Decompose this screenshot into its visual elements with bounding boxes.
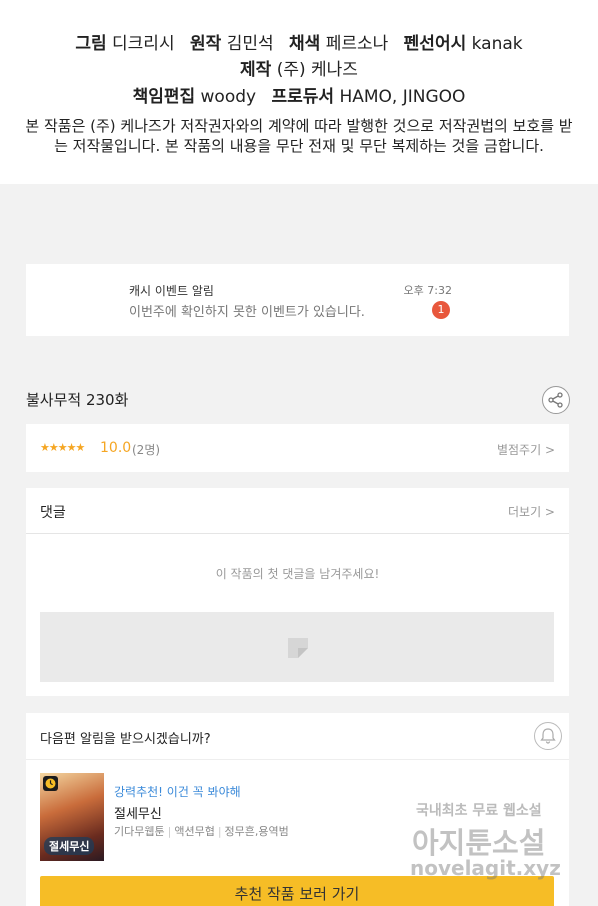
credits-section: 그림 디크리시 원작 김민석 채색 페르소나 펜선어시 kanak 제작 (주)… xyxy=(0,0,598,184)
recommended-meta: 기다무웹툰 | 액션무협 | 정무흔,용역범 xyxy=(114,825,289,838)
event-description: 이번주에 확인하지 못한 이벤트가 있습니다. xyxy=(129,305,365,320)
rating-card: ★★★★★ 10.0 (2명) 별점주기 > xyxy=(26,424,569,472)
unread-badge: 1 xyxy=(432,301,450,319)
credit-name: HAMO, JINGOO xyxy=(339,87,466,107)
copyright-notice: 본 작품은 (주) 케나즈가 저작권자와의 계약에 따라 발행한 것으로 저작권… xyxy=(25,117,573,155)
rating-score: 10.0 xyxy=(100,440,132,456)
next-episode-question: 다음편 알림을 받으시겠습니까? xyxy=(40,732,211,747)
share-icon xyxy=(548,392,563,408)
credit-name: 디크리시 xyxy=(112,34,175,54)
credit-role: 프로듀서 xyxy=(271,87,335,107)
comments-empty-message: 이 작품의 첫 댓글을 남겨주세요! xyxy=(215,567,380,581)
divider xyxy=(26,759,569,760)
meta-authors: 정무흔,용역범 xyxy=(224,825,289,838)
comments-title: 댓글 xyxy=(40,505,66,521)
comments-card: 댓글 더보기 > 이 작품의 첫 댓글을 남겨주세요! xyxy=(26,488,569,696)
comment-input[interactable] xyxy=(40,612,554,682)
meta-genre: 액션무협 xyxy=(174,825,215,838)
credits-line-3: 책임편집 woody 프로듀서 HAMO, JINGOO xyxy=(0,82,598,107)
bell-icon xyxy=(540,728,556,744)
rating-count: (2명) xyxy=(132,443,161,457)
rate-button[interactable]: 별점주기 > xyxy=(497,441,555,458)
credits-line-2: 제작 (주) 케나즈 xyxy=(0,55,598,80)
star-rating-icons: ★★★★★ xyxy=(40,441,85,454)
comment-placeholder-icon xyxy=(288,638,308,658)
share-button[interactable] xyxy=(542,386,570,414)
notification-bell-button[interactable] xyxy=(534,722,562,750)
credit-name: 김민석 xyxy=(226,34,274,54)
credits-line-1: 그림 디크리시 원작 김민석 채색 페르소나 펜선어시 kanak xyxy=(0,29,598,54)
episode-title: 불사무적 230화 xyxy=(26,391,129,409)
credit-name: 페르소나 xyxy=(325,34,389,54)
credit-role: 펜선어시 xyxy=(403,34,467,54)
credit-role: 책임편집 xyxy=(132,87,196,107)
thumbnail-title: 절세무신 xyxy=(44,837,95,855)
recommended-thumbnail[interactable]: 절세무신 xyxy=(40,773,104,861)
view-recommendations-button[interactable]: 추천 작품 보러 가기 xyxy=(40,876,554,906)
event-notification-card[interactable]: 캐시 이벤트 알림 이번주에 확인하지 못한 이벤트가 있습니다. 오후 7:3… xyxy=(26,264,569,336)
comments-header: 댓글 더보기 > xyxy=(26,488,569,534)
event-title: 캐시 이벤트 알림 xyxy=(129,284,214,298)
credit-name: kanak xyxy=(471,34,523,54)
recommend-tagline: 강력추천! 이건 꼭 봐야해 xyxy=(114,785,241,799)
clock-icon xyxy=(43,776,58,791)
credit-role: 채색 xyxy=(289,34,321,54)
credit-role: 제작 xyxy=(240,60,272,80)
comments-more-link[interactable]: 더보기 > xyxy=(508,503,555,520)
credit-name: (주) 케나즈 xyxy=(276,60,358,80)
credit-name: woody xyxy=(200,87,257,107)
credit-role: 그림 xyxy=(75,34,107,54)
event-time: 오후 7:32 xyxy=(403,284,452,297)
recommended-title[interactable]: 절세무신 xyxy=(114,803,162,822)
meta-category: 기다무웹툰 xyxy=(114,825,165,838)
next-episode-card: 다음편 알림을 받으시겠습니까? 절세무신 강력추천! 이건 꼭 봐야해 절세무… xyxy=(26,713,569,906)
credit-role: 원작 xyxy=(190,34,222,54)
